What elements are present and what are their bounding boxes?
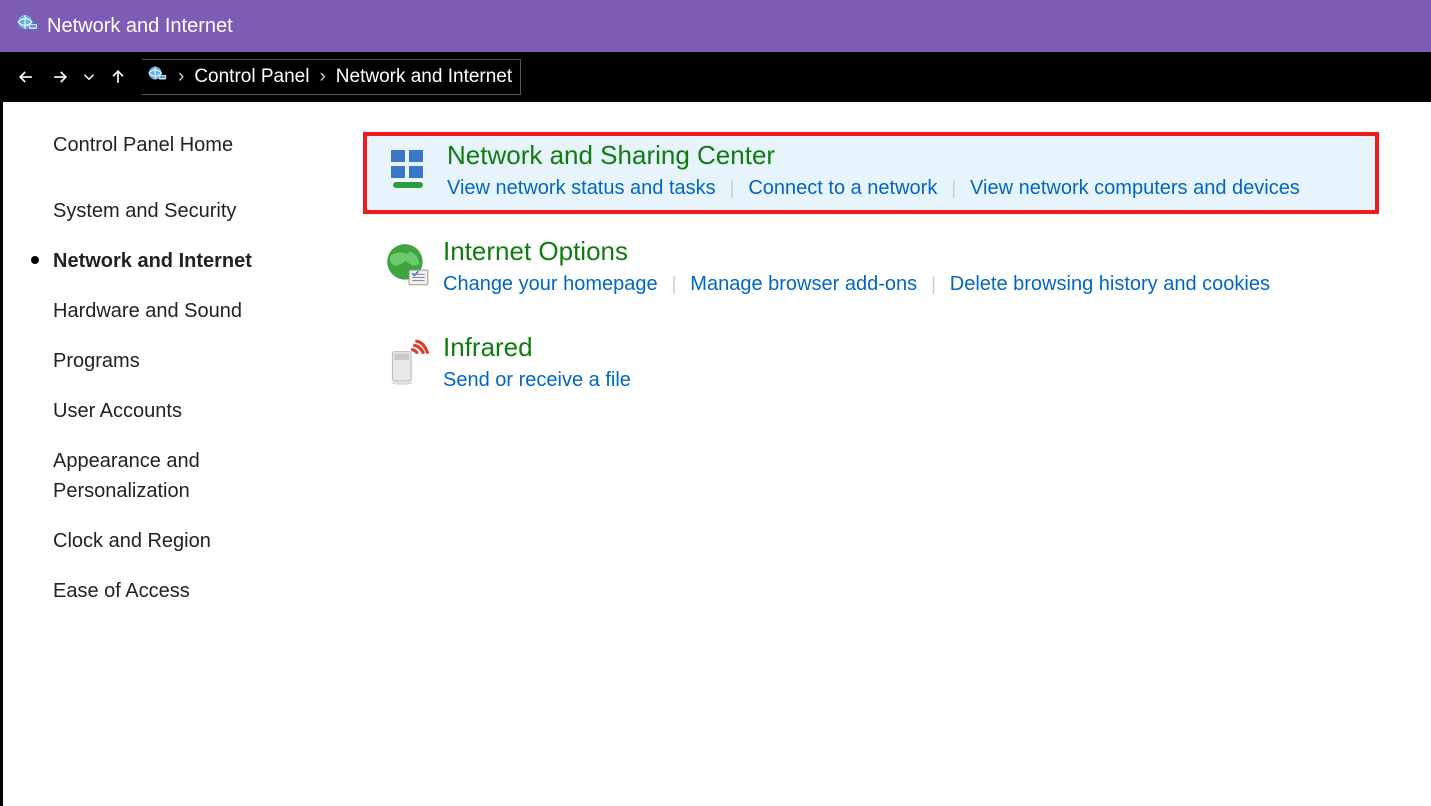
internet-options-icon xyxy=(381,240,433,292)
section-body: Network and Sharing Center View network … xyxy=(447,140,1375,200)
titlebar-title: Network and Internet xyxy=(47,15,233,38)
section-links: Change your homepage | Manage browser ad… xyxy=(443,273,1431,296)
address-bar-icon xyxy=(146,63,168,91)
navbar: › Control Panel › Network and Internet xyxy=(0,52,1431,102)
chevron-right-icon[interactable]: › xyxy=(319,66,325,88)
section-links: View network status and tasks | Connect … xyxy=(447,177,1375,200)
link-separator-icon: | xyxy=(730,178,735,199)
link-manage-browser-addons[interactable]: Manage browser add-ons xyxy=(690,273,917,296)
section-network-sharing-center: Network and Sharing Center View network … xyxy=(363,132,1379,214)
sidebar-item-user-accounts[interactable]: User Accounts xyxy=(53,396,343,426)
link-view-network-status[interactable]: View network status and tasks xyxy=(447,177,716,200)
recent-locations-dropdown[interactable] xyxy=(80,63,98,91)
section-body: Infrared Send or receive a file xyxy=(443,332,1431,392)
forward-button[interactable] xyxy=(46,63,74,91)
sidebar-item-system-security[interactable]: System and Security xyxy=(53,196,343,226)
section-infrared: Infrared Send or receive a file xyxy=(363,328,1431,406)
address-bar[interactable]: › Control Panel › Network and Internet xyxy=(142,59,521,95)
breadcrumb-item[interactable]: Network and Internet xyxy=(336,66,512,88)
back-button[interactable] xyxy=(12,63,40,91)
section-body: Internet Options Change your homepage | … xyxy=(443,236,1431,296)
section-title-internet-options[interactable]: Internet Options xyxy=(443,236,628,267)
sidebar-item-appearance-personalization[interactable]: Appearance and Personalization xyxy=(53,446,283,506)
link-separator-icon: | xyxy=(672,274,677,295)
sidebar-item-ease-of-access[interactable]: Ease of Access xyxy=(53,576,343,606)
network-sharing-center-icon xyxy=(385,144,437,196)
link-separator-icon: | xyxy=(931,274,936,295)
sidebar-item-clock-region[interactable]: Clock and Region xyxy=(53,526,343,556)
up-button[interactable] xyxy=(104,63,132,91)
titlebar-app-icon xyxy=(15,11,39,41)
section-title-network-sharing-center[interactable]: Network and Sharing Center xyxy=(447,140,775,171)
sidebar-item-network-internet[interactable]: Network and Internet xyxy=(53,246,343,276)
infrared-icon xyxy=(381,336,433,388)
link-change-homepage[interactable]: Change your homepage xyxy=(443,273,658,296)
link-send-receive-file[interactable]: Send or receive a file xyxy=(443,369,631,392)
link-separator-icon: | xyxy=(951,178,956,199)
sidebar-control-panel-home[interactable]: Control Panel Home xyxy=(53,130,343,160)
breadcrumb-item[interactable]: Control Panel xyxy=(194,66,309,88)
section-links: Send or receive a file xyxy=(443,369,1431,392)
sidebar-item-hardware-sound[interactable]: Hardware and Sound xyxy=(53,296,343,326)
sidebar-item-programs[interactable]: Programs xyxy=(53,346,343,376)
content: Control Panel Home System and Security N… xyxy=(0,102,1431,806)
titlebar: Network and Internet xyxy=(0,0,1431,52)
sidebar: Control Panel Home System and Security N… xyxy=(3,102,363,806)
main-area: Network and Sharing Center View network … xyxy=(363,102,1431,806)
link-view-network-computers-devices[interactable]: View network computers and devices xyxy=(970,177,1300,200)
section-title-infrared[interactable]: Infrared xyxy=(443,332,533,363)
link-connect-to-a-network[interactable]: Connect to a network xyxy=(748,177,937,200)
link-delete-browsing-history[interactable]: Delete browsing history and cookies xyxy=(950,273,1270,296)
chevron-right-icon[interactable]: › xyxy=(178,66,184,88)
section-internet-options: Internet Options Change your homepage | … xyxy=(363,232,1431,310)
